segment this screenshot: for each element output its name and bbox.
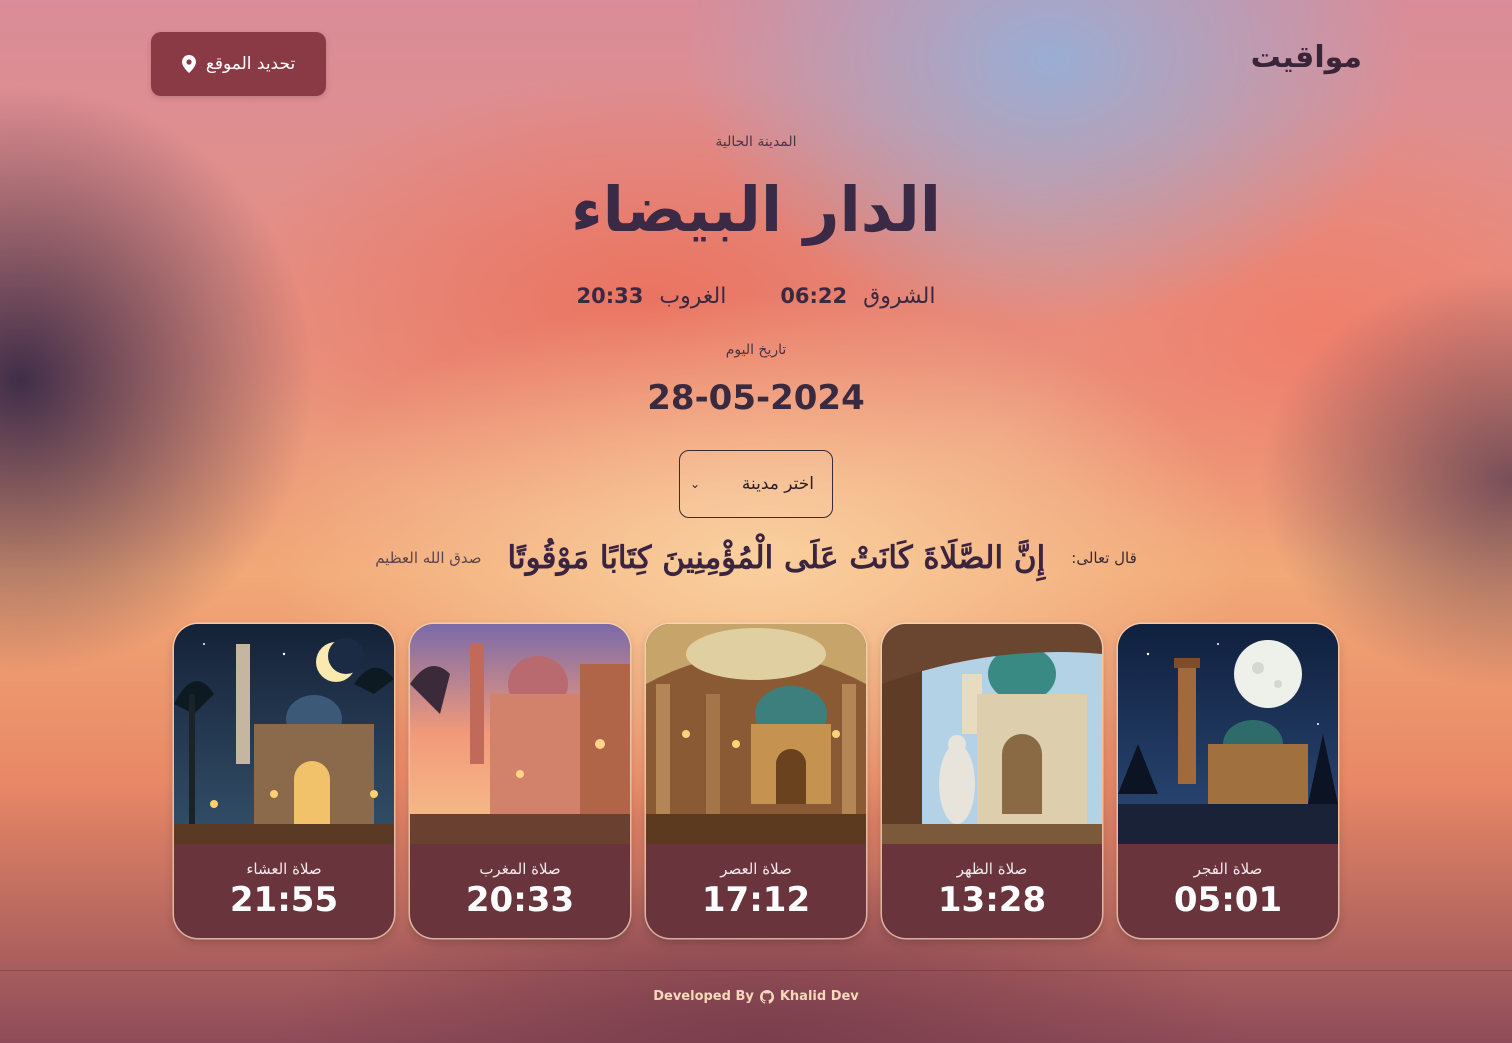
dhuhr-image xyxy=(882,624,1102,844)
sunrise: الشروق 06:22 xyxy=(780,284,935,309)
asr-image xyxy=(646,624,866,844)
city-select[interactable]: اختر مدينة ⌄ xyxy=(679,450,833,518)
sunset-label: الغروب xyxy=(659,284,727,309)
locate-button-label: تحديد الموقع xyxy=(205,54,296,74)
prayer-card-dhuhr[interactable]: صلاة الظهر 13:28 xyxy=(882,624,1102,938)
github-icon[interactable] xyxy=(759,989,774,1004)
city-name: الدار البيضاء xyxy=(570,173,942,246)
author-link[interactable]: Khalid Dev xyxy=(780,989,859,1004)
sun-times: الشروق 06:22 الغروب 20:33 xyxy=(0,284,1512,309)
sunrise-label: الشروق xyxy=(863,284,936,309)
date-label: تاريخ اليوم xyxy=(725,342,787,358)
prayer-time: 13:28 xyxy=(937,880,1047,920)
maghrib-image xyxy=(410,624,630,844)
prayer-name: صلاة العشاء xyxy=(246,860,322,878)
city-select-value: اختر مدينة xyxy=(741,474,814,494)
map-pin-icon xyxy=(181,55,196,73)
fajr-image xyxy=(1118,624,1338,844)
verse-outro: صدق الله العظيم xyxy=(375,549,482,567)
prayer-name: صلاة الظهر xyxy=(956,860,1028,878)
verse-text: إِنَّ الصَّلَاةَ كَانَتْ عَلَى الْمُؤْمِ… xyxy=(507,540,1046,576)
current-city-label: المدينة الحالية xyxy=(715,134,797,150)
prayer-time: 21:55 xyxy=(229,880,339,920)
date-value: 28-05-2024 xyxy=(647,378,865,418)
prayer-time: 17:12 xyxy=(701,880,811,920)
quran-verse: قال تعالى: إِنَّ الصَّلَاةَ كَانَتْ عَلَ… xyxy=(0,540,1512,576)
locate-button[interactable]: تحديد الموقع xyxy=(151,32,326,96)
sunset-time: 20:33 xyxy=(576,284,644,308)
prayer-name: صلاة الفجر xyxy=(1193,860,1263,878)
prayer-cards: صلاة الفجر 05:01 صلاة الظهر 13:28 صلاة ا… xyxy=(174,624,1338,938)
developed-by-label: Developed By xyxy=(653,989,754,1004)
prayer-card-isha[interactable]: صلاة العشاء 21:55 xyxy=(174,624,394,938)
prayer-name: صلاة العصر xyxy=(720,860,792,878)
isha-image xyxy=(174,624,394,844)
footer-divider xyxy=(0,970,1512,971)
app-logo[interactable]: مواقيت xyxy=(1251,40,1362,75)
sunset: الغروب 20:33 xyxy=(577,284,727,309)
prayer-card-fajr[interactable]: صلاة الفجر 05:01 xyxy=(1118,624,1338,938)
footer: Developed By Khalid Dev xyxy=(0,989,1512,1004)
prayer-name: صلاة المغرب xyxy=(479,860,561,878)
prayer-time: 20:33 xyxy=(465,880,575,920)
verse-intro: قال تعالى: xyxy=(1071,549,1137,567)
prayer-card-asr[interactable]: صلاة العصر 17:12 xyxy=(646,624,866,938)
sunrise-time: 06:22 xyxy=(780,284,848,308)
chevron-down-icon: ⌄ xyxy=(690,477,701,491)
prayer-time: 05:01 xyxy=(1173,880,1283,920)
prayer-card-maghrib[interactable]: صلاة المغرب 20:33 xyxy=(410,624,630,938)
